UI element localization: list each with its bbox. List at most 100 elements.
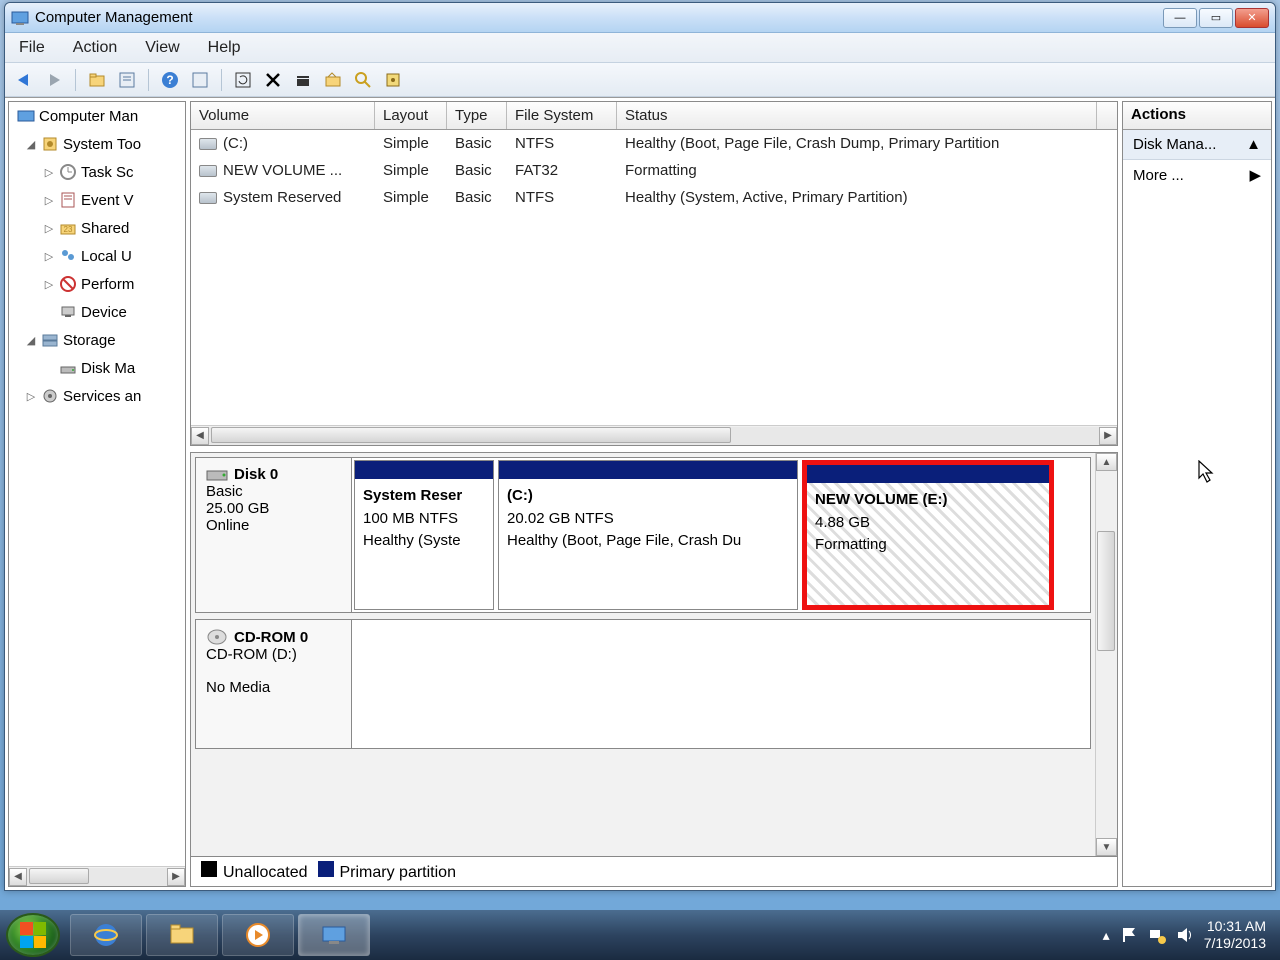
properties-button[interactable] (114, 67, 140, 93)
system-tray: ▴ 10:31 AM 7/19/2013 (1103, 918, 1274, 952)
column-header[interactable]: Layout (375, 102, 447, 129)
actions-item[interactable]: More ...▶ (1123, 160, 1271, 190)
middle-panel: VolumeLayoutTypeFile SystemStatus (C:)Si… (190, 101, 1118, 887)
tree-item[interactable]: Disk Ma (9, 354, 185, 382)
partition[interactable]: (C:) 20.02 GB NTFS Healthy (Boot, Page F… (498, 460, 798, 610)
column-header[interactable]: File System (507, 102, 617, 129)
disk-row: CD-ROM 0 CD-ROM (D:)No Media (195, 619, 1091, 749)
tree-item-label: Shared (81, 220, 129, 237)
chevron-icon: ▲ (1246, 136, 1261, 153)
partition-body: NEW VOLUME (E:) 4.88 GB Formatting (807, 483, 1049, 563)
tree-item[interactable]: ▷23Shared (9, 214, 185, 242)
windows-logo-icon (20, 922, 46, 948)
help-button[interactable]: ? (157, 67, 183, 93)
computer-management-window: Computer Management — ▭ ✕ File Action Vi… (4, 2, 1276, 891)
volume-icon (199, 192, 217, 204)
partition-body: System Reser 100 MB NTFS Healthy (Syste (355, 479, 493, 559)
network-icon[interactable] (1148, 926, 1166, 944)
search-icon[interactable] (350, 67, 376, 93)
flag-icon[interactable] (1120, 926, 1138, 944)
window-controls: — ▭ ✕ (1163, 8, 1269, 28)
tree-item[interactable]: ◢System Too (9, 130, 185, 158)
legend-swatch (318, 861, 334, 877)
grid-header: VolumeLayoutTypeFile SystemStatus (191, 102, 1117, 130)
menu-action[interactable]: Action (73, 39, 117, 57)
tree-icon (41, 135, 59, 153)
legend-item: Unallocated (201, 861, 308, 882)
tree-item-label: Event V (81, 192, 134, 209)
tree-icon (59, 303, 77, 321)
column-header[interactable]: Type (447, 102, 507, 129)
tree-item[interactable]: Device (9, 298, 185, 326)
actions-panel: Actions Disk Mana... ▲ More ...▶ (1122, 101, 1272, 887)
actions-item-label: More ... (1133, 167, 1184, 184)
tree-item[interactable]: ▷Task Sc (9, 158, 185, 186)
refresh-button[interactable] (230, 67, 256, 93)
partition[interactable]: System Reser 100 MB NTFS Healthy (Syste (354, 460, 494, 610)
window-title: Computer Management (35, 9, 1163, 26)
volume-icon (199, 165, 217, 177)
disk-vscroll[interactable]: ▲ ▼ (1095, 453, 1117, 856)
disk-label[interactable]: CD-ROM 0 CD-ROM (D:)No Media (196, 620, 352, 748)
tree-root[interactable]: Computer Man (9, 102, 185, 130)
maximize-button[interactable]: ▭ (1199, 8, 1233, 28)
volume-icon[interactable] (1176, 926, 1194, 944)
tree-item-label: Task Sc (81, 164, 134, 181)
tree-item[interactable]: ▷Event V (9, 186, 185, 214)
tray-date: 7/19/2013 (1204, 935, 1266, 952)
titlebar[interactable]: Computer Management — ▭ ✕ (5, 3, 1275, 33)
up-button[interactable] (84, 67, 110, 93)
menubar: File Action View Help (5, 33, 1275, 63)
menu-view[interactable]: View (145, 39, 179, 57)
tree-icon (41, 331, 59, 349)
volume-row[interactable]: System ReservedSimpleBasicNTFSHealthy (S… (191, 184, 1117, 211)
tray-time: 10:31 AM (1204, 918, 1266, 935)
tree-item[interactable]: ▷Perform (9, 270, 185, 298)
partition[interactable]: NEW VOLUME (E:) 4.88 GB Formatting (802, 460, 1054, 610)
tree-item[interactable]: ▷Services an (9, 382, 185, 410)
svg-text:?: ? (166, 73, 173, 87)
actions-item-label: Disk Mana... (1133, 136, 1216, 153)
console-button[interactable] (187, 67, 213, 93)
tree-icon (59, 359, 77, 377)
partition-body: (C:) 20.02 GB NTFS Healthy (Boot, Page F… (499, 479, 797, 559)
disk-partitions: System Reser 100 MB NTFS Healthy (Syste … (352, 458, 1090, 612)
minimize-button[interactable]: — (1163, 8, 1197, 28)
delete-button[interactable] (260, 67, 286, 93)
tree-hscroll[interactable]: ◀ ▶ (9, 866, 185, 886)
actions-item[interactable]: Disk Mana... ▲ (1123, 130, 1271, 160)
taskbar-media[interactable] (222, 914, 294, 956)
taskbar: ▴ 10:31 AM 7/19/2013 (0, 910, 1280, 960)
tray-clock[interactable]: 10:31 AM 7/19/2013 (1204, 918, 1266, 952)
grid-hscroll[interactable]: ◀ ▶ (191, 425, 1117, 445)
options-icon[interactable] (380, 67, 406, 93)
tree-icon: 23 (59, 219, 77, 237)
tree-item-label: Storage (63, 332, 116, 349)
taskbar-explorer[interactable] (146, 914, 218, 956)
disk-map: Disk 0 Basic25.00 GBOnline System Reser … (190, 452, 1118, 887)
forward-button[interactable] (41, 67, 67, 93)
menu-file[interactable]: File (19, 39, 45, 57)
settings-icon[interactable] (290, 67, 316, 93)
actions-header: Actions (1123, 102, 1271, 130)
volume-row[interactable]: NEW VOLUME ...SimpleBasicFAT32Formatting (191, 157, 1117, 184)
tray-arrow-icon[interactable]: ▴ (1103, 927, 1110, 944)
tree-item-label: Disk Ma (81, 360, 135, 377)
menu-help[interactable]: Help (208, 39, 241, 57)
back-button[interactable] (11, 67, 37, 93)
tree-item-label: System Too (63, 136, 141, 153)
taskbar-compmgmt[interactable] (298, 914, 370, 956)
tree-item[interactable]: ▷Local U (9, 242, 185, 270)
start-button[interactable] (6, 913, 60, 957)
disk-partitions (352, 620, 1090, 748)
tree-panel: Computer Man ◢System Too▷Task Sc▷Event V… (8, 101, 186, 887)
taskbar-ie[interactable] (70, 914, 142, 956)
disk-label[interactable]: Disk 0 Basic25.00 GBOnline (196, 458, 352, 612)
close-button[interactable]: ✕ (1235, 8, 1269, 28)
open-icon[interactable] (320, 67, 346, 93)
tree-item[interactable]: ◢Storage (9, 326, 185, 354)
tree-root-label: Computer Man (39, 108, 138, 125)
column-header[interactable]: Status (617, 102, 1097, 129)
volume-row[interactable]: (C:)SimpleBasicNTFSHealthy (Boot, Page F… (191, 130, 1117, 157)
column-header[interactable]: Volume (191, 102, 375, 129)
